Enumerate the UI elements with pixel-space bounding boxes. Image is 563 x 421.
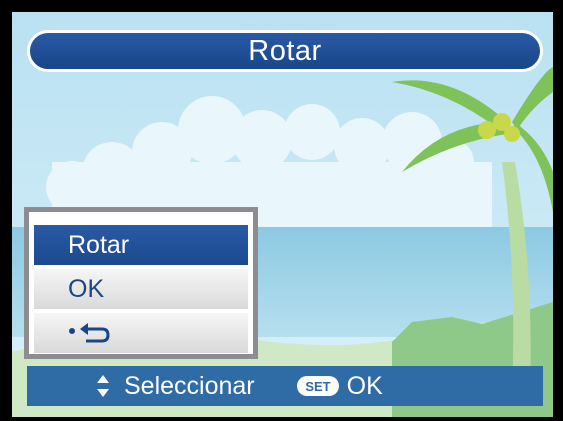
- up-down-arrows-icon: [97, 375, 109, 397]
- return-back-icon: [69, 323, 110, 343]
- menu-item-ok[interactable]: OK: [34, 269, 248, 309]
- set-badge-text: SET: [305, 379, 330, 394]
- ok-label: OK: [346, 371, 383, 400]
- bottom-help-bar: Seleccionar SET OK: [27, 366, 543, 406]
- select-label: Seleccionar: [124, 371, 255, 400]
- menu-item-rotar[interactable]: Rotar: [34, 225, 248, 265]
- set-button-icon: SET: [296, 376, 339, 396]
- menu-item-back[interactable]: [34, 313, 248, 353]
- rotate-menu: Rotar OK: [24, 207, 258, 359]
- menu-item-label: Rotar: [68, 230, 130, 259]
- camera-screen: Rotar Rotar OK Seleccionar SET OK: [0, 0, 563, 421]
- page-title: Rotar: [248, 34, 322, 67]
- title-bar: Rotar: [27, 30, 543, 72]
- menu-item-label: OK: [68, 274, 105, 303]
